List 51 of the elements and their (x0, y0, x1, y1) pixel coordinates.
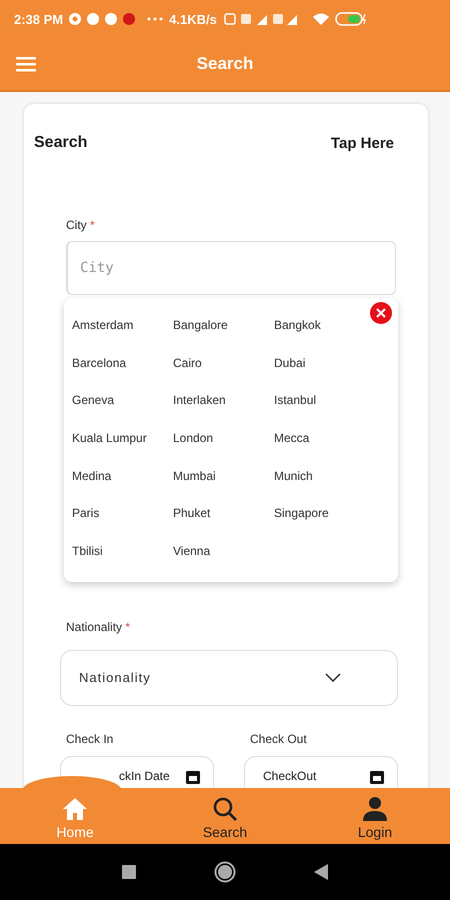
wifi-icon (312, 13, 329, 25)
city-option[interactable]: Vienna (173, 532, 274, 570)
search-icon (212, 796, 238, 822)
city-option[interactable]: Tbilisi (72, 532, 173, 570)
field-label: Check In (66, 732, 114, 746)
city-option[interactable]: Phuket (173, 494, 274, 532)
circle-app-icon (105, 13, 118, 25)
tap-here-link[interactable]: Tap Here (330, 134, 394, 152)
city-option[interactable]: Amsterdam (72, 306, 173, 344)
record-icon (69, 13, 82, 25)
card-title: Search (34, 134, 88, 152)
status-time: 2:38 PM (14, 12, 64, 26)
city-option[interactable]: Dubai (274, 344, 375, 382)
field-label: City * (66, 218, 96, 232)
field-label: Check Out (250, 732, 308, 746)
battery-icon (334, 12, 367, 26)
city-option[interactable]: Mumbai (173, 456, 274, 494)
more-dots-icon (147, 17, 164, 21)
city-option[interactable]: Munich (274, 456, 375, 494)
nav-tab[interactable]: Login (300, 788, 450, 844)
field-label: Nationality * (66, 620, 132, 634)
home-icon (62, 796, 88, 822)
city-option[interactable]: Istanbul (274, 381, 375, 420)
nationality-dropdown[interactable]: Nationality (60, 650, 398, 706)
city-option[interactable]: Geneva (72, 381, 173, 420)
city-option[interactable]: Barcelona (72, 344, 173, 382)
app-bar-title: Search (196, 54, 254, 74)
calendar-icon (185, 768, 201, 785)
network-speed: 4.1KB/s (169, 12, 217, 26)
check-out-field[interactable]: CheckOut (244, 756, 398, 788)
city-option[interactable]: Paris (72, 494, 173, 532)
city-option[interactable]: Interlaken (173, 381, 274, 420)
circle-app-icon (87, 13, 100, 25)
nav-tab[interactable]: Search (150, 788, 300, 844)
menu-icon[interactable] (16, 56, 36, 72)
city-option[interactable]: Bangkok (274, 306, 375, 344)
back-icon[interactable] (314, 864, 328, 880)
city-option[interactable]: Cairo (173, 344, 274, 382)
home-button-icon[interactable] (214, 861, 236, 883)
chevron-down-icon (325, 673, 341, 682)
city-option[interactable]: Kuala Lumpur (72, 419, 173, 457)
close-icon[interactable] (370, 302, 392, 324)
person-icon (362, 796, 388, 822)
circle-app-icon (123, 13, 136, 25)
city-option[interactable]: London (173, 419, 274, 457)
city-option[interactable]: Singapore (274, 494, 375, 532)
city-input[interactable]: City (66, 241, 396, 295)
city-option[interactable]: Mecca (274, 419, 375, 457)
city-option[interactable]: Medina (72, 456, 173, 494)
city-option[interactable]: Bangalore (173, 306, 274, 344)
calendar-icon (369, 768, 385, 785)
